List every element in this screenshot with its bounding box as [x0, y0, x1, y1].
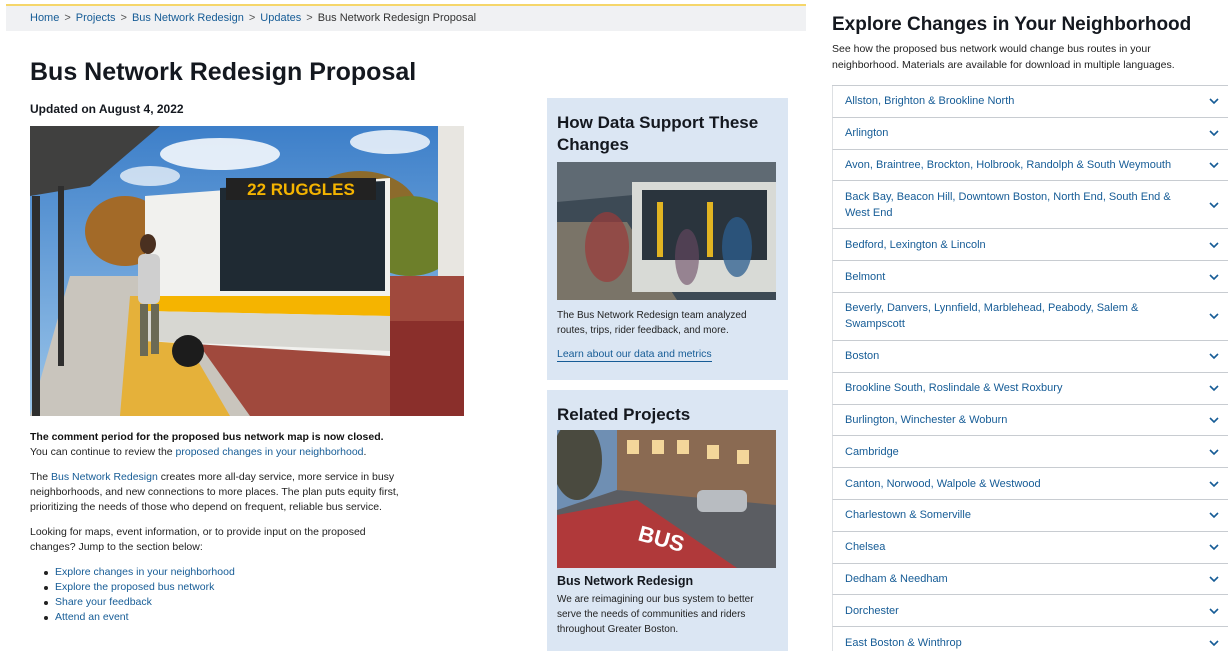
breadcrumb-separator: >: [64, 12, 71, 24]
bus-destination-sign: 22 RUGGLES: [247, 180, 355, 199]
comment-closed-paragraph: The comment period for the proposed bus …: [30, 430, 400, 460]
chevron-down-icon: [1209, 417, 1219, 424]
accordion-item-label: Dorchester: [845, 604, 899, 617]
accordion-item-cambridge[interactable]: Cambridge: [832, 436, 1228, 469]
intro-section: The comment period for the proposed bus …: [30, 430, 400, 625]
related-project-title[interactable]: Bus Network Redesign: [557, 574, 778, 588]
accordion-item-allston[interactable]: Allston, Brighton & Brookline North: [832, 86, 1228, 118]
chevron-down-icon: [1209, 480, 1219, 487]
breadcrumb-updates[interactable]: Updates: [260, 12, 301, 24]
accordion-item-label: Bedford, Lexington & Lincoln: [845, 238, 986, 251]
breadcrumb-separator: >: [120, 12, 127, 24]
related-projects-card: Related Projects BUS Bus Network Redesig…: [547, 390, 788, 651]
accordion-item-label: Charlestown & Somerville: [845, 509, 971, 522]
accordion-item-label: Cambridge: [845, 445, 899, 458]
accordion-item-belmont[interactable]: Belmont: [832, 261, 1228, 293]
breadcrumb-bus-network-redesign[interactable]: Bus Network Redesign: [132, 12, 244, 24]
accordion-item-label: Boston: [845, 350, 880, 363]
chevron-down-icon: [1209, 98, 1219, 105]
page-title: Bus Network Redesign Proposal: [30, 58, 417, 86]
jump-links-list: Explore changes in your neighborhood Exp…: [44, 565, 400, 625]
breadcrumb-projects[interactable]: Projects: [76, 12, 116, 24]
data-card-description: The Bus Network Redesign team analyzed r…: [557, 310, 747, 336]
chevron-down-icon: [1209, 512, 1219, 519]
accordion-item-label: Chelsea: [845, 541, 886, 554]
related-project-description: We are reimagining our bus system to bet…: [557, 594, 754, 635]
accordion-item-boston[interactable]: Boston: [832, 340, 1228, 373]
chevron-down-icon: [1209, 202, 1219, 209]
jump-link-bus-network[interactable]: Explore the proposed bus network: [55, 581, 214, 593]
accordion-item-dorchester[interactable]: Dorchester: [832, 595, 1228, 628]
accordion-item-label: Arlington: [845, 127, 889, 140]
accordion-item-canton[interactable]: Canton, Norwood, Walpole & Westwood: [832, 468, 1228, 500]
chevron-down-icon: [1209, 639, 1219, 646]
chevron-down-icon: [1209, 385, 1219, 392]
breadcrumb-home[interactable]: Home: [30, 12, 59, 24]
comment-closed-bold: The comment period for the proposed bus …: [30, 431, 384, 443]
bus-network-redesign-link[interactable]: Bus Network Redesign: [51, 471, 158, 483]
accordion-item-arlington[interactable]: Arlington: [832, 117, 1228, 150]
accordion-item-burlington[interactable]: Burlington, Winchester & Woburn: [832, 404, 1228, 437]
chevron-down-icon: [1209, 544, 1219, 551]
list-item: Explore changes in your neighborhood: [44, 565, 400, 580]
comment-closed-text: You can continue to review the: [30, 446, 176, 458]
accordion-item-label: Dedham & Needham: [845, 572, 948, 585]
chevron-down-icon: [1209, 130, 1219, 137]
accordion-item-label: Brookline South, Roslindale & West Roxbu…: [845, 382, 1063, 395]
accordion-item-east-boston[interactable]: East Boston & Winthrop: [832, 627, 1228, 651]
data-support-card: How Data Support These Changes The Bus N…: [547, 98, 788, 380]
jump-link-feedback[interactable]: Share your feedback: [55, 596, 152, 608]
accordion-item-label: Avon, Braintree, Brockton, Holbrook, Ran…: [845, 158, 1172, 171]
chevron-down-icon: [1209, 449, 1219, 455]
comment-closed-end: .: [363, 446, 367, 458]
explore-section-title: Explore Changes in Your Neighborhood: [832, 14, 1192, 35]
data-card-image: [557, 162, 776, 300]
list-item: Share your feedback: [44, 595, 400, 610]
accordion-item-dedham[interactable]: Dedham & Needham: [832, 563, 1228, 596]
related-projects-title: Related Projects: [557, 405, 691, 424]
chevron-down-icon: [1209, 162, 1219, 169]
accordion-item-label: Back Bay, Beacon Hill, Downtown Boston, …: [845, 190, 1171, 219]
chevron-down-icon: [1209, 274, 1219, 280]
accordion-item-brookline-south[interactable]: Brookline South, Roslindale & West Roxbu…: [832, 372, 1228, 405]
accordion-item-label: Burlington, Winchester & Woburn: [845, 413, 1008, 426]
jump-link-neighborhood[interactable]: Explore changes in your neighborhood: [55, 566, 235, 578]
chevron-down-icon: [1209, 608, 1219, 614]
jump-prompt: Looking for maps, event information, or …: [30, 526, 366, 553]
chevron-down-icon: [1209, 313, 1219, 320]
related-project-image[interactable]: BUS: [557, 430, 776, 568]
hero-bus-image: 22 RUGGLES: [30, 126, 464, 416]
updated-date: Updated on August 4, 2022: [30, 102, 184, 116]
jump-link-event[interactable]: Attend an event: [55, 611, 129, 623]
proposed-changes-link[interactable]: proposed changes in your neighborhood: [176, 446, 364, 458]
neighborhood-accordion: Allston, Brighton & Brookline North Arli…: [832, 85, 1228, 651]
chevron-down-icon: [1209, 576, 1219, 583]
accordion-item-label: Belmont: [845, 270, 886, 283]
accordion-item-label: East Boston & Winthrop: [845, 636, 962, 649]
list-item: Explore the proposed bus network: [44, 580, 400, 595]
overview-paragraph: The Bus Network Redesign creates more al…: [30, 470, 400, 515]
accordion-item-beverly[interactable]: Beverly, Danvers, Lynnfield, Marblehead,…: [832, 292, 1228, 341]
chevron-down-icon: [1209, 242, 1219, 248]
list-item: Attend an event: [44, 610, 400, 625]
accordion-item-label: Beverly, Danvers, Lynnfield, Marblehead,…: [845, 302, 1139, 331]
breadcrumb-separator: >: [248, 12, 256, 24]
accordion-item-label: Allston, Brighton & Brookline North: [845, 95, 1015, 108]
data-card-title: How Data Support These Changes: [557, 113, 759, 154]
accordion-item-avon[interactable]: Avon, Braintree, Brockton, Holbrook, Ran…: [832, 149, 1228, 182]
accordion-item-label: Canton, Norwood, Walpole & Westwood: [845, 477, 1041, 490]
accordion-item-back-bay[interactable]: Back Bay, Beacon Hill, Downtown Boston, …: [832, 181, 1228, 230]
explore-section-description: See how the proposed bus network would c…: [832, 43, 1175, 71]
accordion-item-bedford[interactable]: Bedford, Lexington & Lincoln: [832, 229, 1228, 262]
breadcrumb-current: Bus Network Redesign Proposal: [317, 12, 477, 24]
breadcrumb: Home > Projects > Bus Network Redesign > Updat…: [6, 4, 806, 31]
overview-pre: The: [30, 471, 52, 483]
chevron-down-icon: [1209, 353, 1219, 360]
accordion-item-charlestown[interactable]: Charlestown & Somerville: [832, 499, 1228, 532]
data-metrics-link[interactable]: Learn about our data and metrics: [557, 348, 712, 362]
accordion-item-chelsea[interactable]: Chelsea: [832, 531, 1228, 564]
breadcrumb-separator: >: [306, 12, 313, 24]
